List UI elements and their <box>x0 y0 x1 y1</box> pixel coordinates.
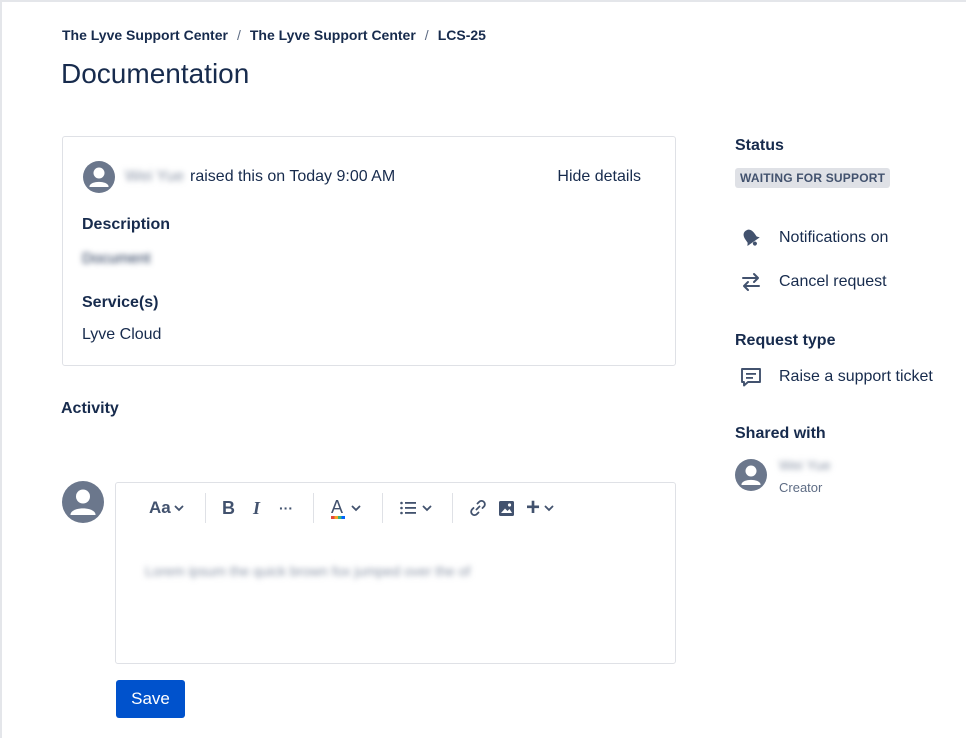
editor-toolbar: Aa B I ··· A + <box>116 493 675 523</box>
toolbar-divider <box>452 493 453 523</box>
breadcrumb-item-portal[interactable]: The Lyve Support Center <box>62 27 228 43</box>
chevron-down-icon <box>351 505 361 512</box>
current-user-avatar-icon <box>62 481 104 523</box>
breadcrumb-item-issue-key[interactable]: LCS-25 <box>438 27 486 43</box>
activity-heading: Activity <box>61 400 119 417</box>
toolbar-divider <box>205 493 206 523</box>
request-type-row: Raise a support ticket <box>738 365 933 389</box>
shared-user-avatar-icon <box>735 459 767 491</box>
bold-button[interactable]: B <box>222 493 235 523</box>
text-color-dropdown[interactable]: A <box>330 493 362 523</box>
toolbar-divider <box>313 493 314 523</box>
swap-arrows-icon <box>738 270 764 294</box>
link-icon <box>470 500 486 516</box>
shared-with-label: Shared with <box>735 425 826 442</box>
breadcrumb-separator: / <box>424 27 429 43</box>
text-style-label: Aa <box>149 498 171 517</box>
comment-text[interactable]: Lorem ipsum the quick brown fox jumped o… <box>145 563 470 579</box>
breadcrumb-separator: / <box>236 27 241 43</box>
italic-button[interactable]: I <box>253 493 260 523</box>
description-value: Document <box>82 250 151 267</box>
description-label: Description <box>82 216 171 233</box>
save-button[interactable]: Save <box>116 680 185 718</box>
status-label: Status <box>735 137 784 154</box>
text-color-label: A <box>331 497 344 517</box>
cancel-request-label: Cancel request <box>779 273 887 290</box>
text-style-dropdown[interactable]: Aa <box>149 493 185 523</box>
raised-by-line: Wei Yue raised this on Today 9:00 AM <box>125 168 395 186</box>
chevron-down-icon <box>544 505 554 512</box>
reporter-name: Wei Yue <box>125 168 185 185</box>
notifications-label: Notifications on <box>779 229 889 246</box>
request-details-card: Wei Yue raised this on Today 9:00 AM Hid… <box>62 136 676 366</box>
request-type-value: Raise a support ticket <box>779 368 933 385</box>
image-button[interactable] <box>498 493 515 523</box>
shared-user-role: Creator <box>779 480 823 495</box>
plus-icon: + <box>526 494 541 521</box>
breadcrumb-item-service-desk[interactable]: The Lyve Support Center <box>250 27 416 43</box>
status-badge: WAITING FOR SUPPORT <box>735 168 891 188</box>
insert-dropdown[interactable]: + <box>526 493 555 523</box>
cancel-request-action[interactable]: Cancel request <box>738 270 887 294</box>
bell-icon <box>738 226 764 250</box>
hide-details-link[interactable]: Hide details <box>557 168 641 186</box>
notifications-toggle[interactable]: Notifications on <box>738 226 888 250</box>
shared-user-name: Wei Yue <box>779 457 831 473</box>
more-formatting-button[interactable]: ··· <box>279 493 293 523</box>
user-avatar-icon <box>83 161 115 193</box>
breadcrumb: The Lyve Support Center / The Lyve Suppo… <box>62 27 486 43</box>
link-button[interactable] <box>469 493 487 523</box>
text-color-icon: A <box>330 497 346 519</box>
comment-editor[interactable]: Aa B I ··· A + Lorem ipsum the quick bro… <box>115 482 676 664</box>
services-value: Lyve Cloud <box>82 326 162 343</box>
bullet-list-icon <box>400 501 416 515</box>
list-dropdown[interactable] <box>399 493 433 523</box>
chevron-down-icon <box>422 505 432 512</box>
request-type-label: Request type <box>735 332 836 349</box>
ticket-comment-icon <box>738 365 764 389</box>
page-title: Documentation <box>61 58 250 89</box>
raised-text: raised this on Today 9:00 AM <box>190 168 396 185</box>
image-icon <box>499 500 514 516</box>
chevron-down-icon <box>174 505 184 512</box>
services-label: Service(s) <box>82 294 159 311</box>
toolbar-divider <box>382 493 383 523</box>
